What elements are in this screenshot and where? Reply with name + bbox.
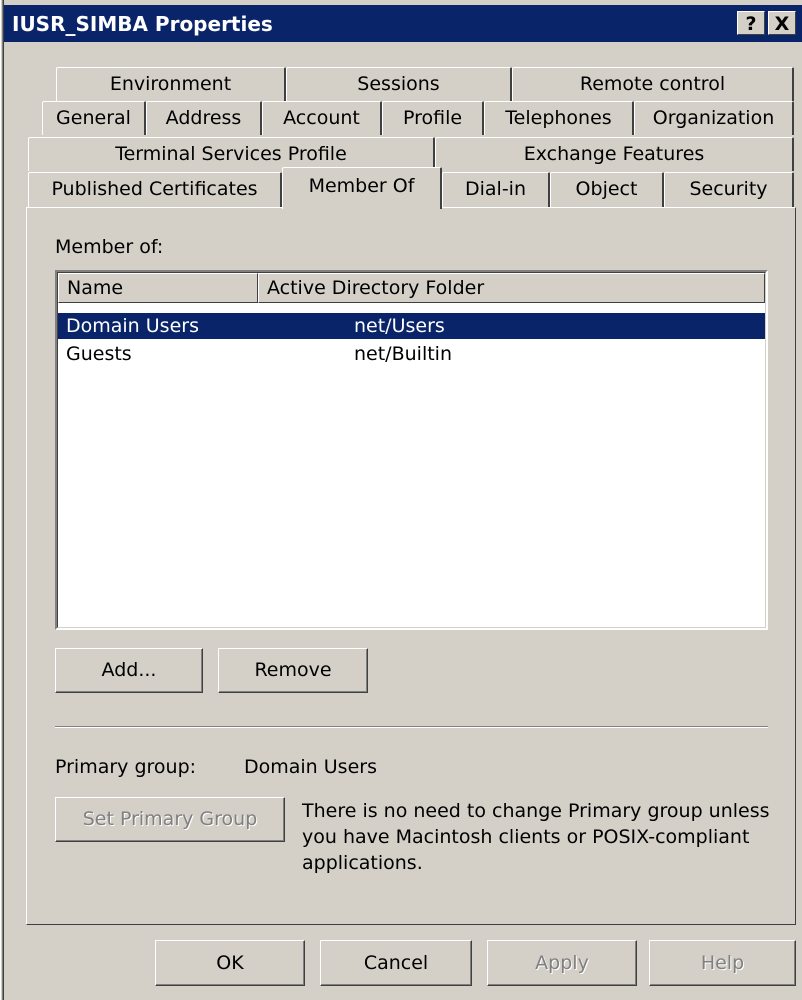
remove-button[interactable]: Remove <box>218 648 368 693</box>
window-edge <box>0 0 4 1000</box>
row-name: Guests <box>66 343 132 365</box>
tab-sessions[interactable]: Sessions <box>286 67 512 101</box>
list-row-domain-users[interactable]: Domain Users net/Users <box>58 313 765 339</box>
tab-organization[interactable]: Organization <box>634 101 794 135</box>
column-header-name[interactable]: Name <box>58 273 258 303</box>
primary-group-value: Domain Users <box>244 756 377 778</box>
tab-profile[interactable]: Profile <box>382 101 484 135</box>
set-primary-group-button[interactable]: Set Primary Group <box>55 797 285 842</box>
tab-security[interactable]: Security <box>664 172 794 208</box>
primary-group-note: There is no need to change Primary group… <box>302 800 770 874</box>
window-title: IUSR_SIMBA Properties <box>12 12 273 36</box>
add-button[interactable]: Add... <box>55 648 203 693</box>
tab-terminal-services-profile[interactable]: Terminal Services Profile <box>28 137 435 171</box>
tab-dial-in[interactable]: Dial-in <box>442 172 550 208</box>
tab-member-of[interactable]: Member Of <box>282 167 442 209</box>
cancel-button[interactable]: Cancel <box>320 940 472 986</box>
title-bar[interactable]: IUSR_SIMBA Properties ? X <box>4 5 802 42</box>
help-button[interactable]: Help <box>649 940 796 986</box>
tab-published-certificates[interactable]: Published Certificates <box>28 172 282 208</box>
list-frame: Name Active Directory Folder Domain User… <box>57 272 766 628</box>
column-header-folder[interactable]: Active Directory Folder <box>258 273 765 303</box>
row-folder: net/Builtin <box>354 343 452 365</box>
list-row-guests[interactable]: Guests net/Builtin <box>58 341 765 367</box>
member-of-label: Member of: <box>55 236 164 258</box>
tab-account[interactable]: Account <box>262 101 382 135</box>
primary-group-label: Primary group: <box>55 756 197 778</box>
tab-object[interactable]: Object <box>550 172 664 208</box>
apply-button[interactable]: Apply <box>487 940 637 986</box>
tab-address[interactable]: Address <box>146 101 262 135</box>
close-icon[interactable]: X <box>768 11 796 35</box>
row-folder: net/Users <box>354 315 445 337</box>
ok-button[interactable]: OK <box>155 940 305 986</box>
help-icon[interactable]: ? <box>737 11 765 35</box>
member-of-list[interactable]: Name Active Directory Folder Domain User… <box>55 270 768 630</box>
tab-telephones[interactable]: Telephones <box>484 101 634 135</box>
tab-environment[interactable]: Environment <box>56 67 286 101</box>
tab-remote-control[interactable]: Remote control <box>512 67 794 101</box>
tab-exchange-features[interactable]: Exchange Features <box>435 137 794 171</box>
row-name: Domain Users <box>66 315 199 337</box>
properties-dialog: IUSR_SIMBA Properties ? X Environment Se… <box>0 0 802 1000</box>
tab-general[interactable]: General <box>42 101 146 135</box>
separator <box>55 726 768 728</box>
